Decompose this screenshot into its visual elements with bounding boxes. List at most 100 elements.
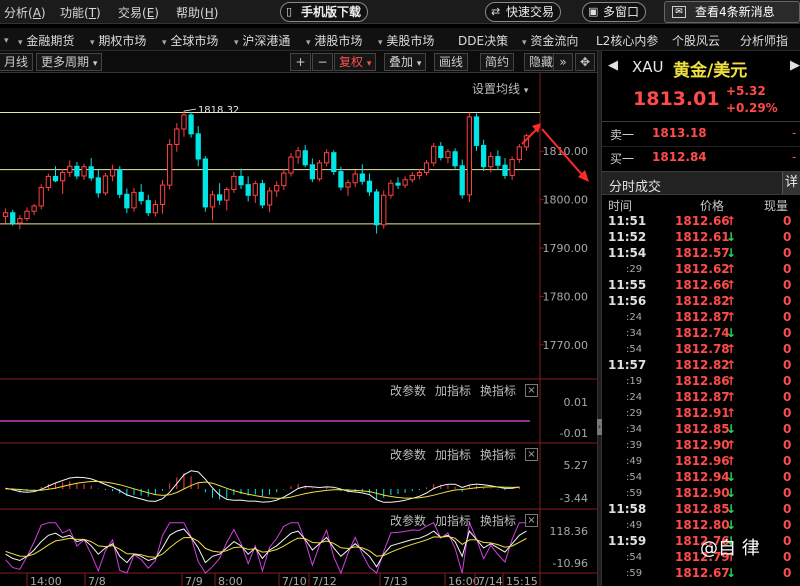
candle-body <box>409 174 415 181</box>
market-nav-bar: ▾ ▾ 金融期货 ▾ 期权市场 ▾ 全球市场 ▾ 沪深港通 ▾ 港股市场 ▾ 美… <box>0 28 800 51</box>
simple-button[interactable]: 简约 <box>480 53 515 71</box>
adjust-button[interactable]: 复权 ▾ <box>334 53 377 71</box>
x-tick-label: 15:15 <box>506 575 538 586</box>
trade-row: :29 1812.91 ↑ 0 <box>602 406 800 422</box>
trade-price: 1812.78 <box>675 342 730 356</box>
add-indicator-link[interactable]: 加指标 <box>435 382 471 399</box>
candle-body <box>516 146 522 160</box>
switch-indicator-link[interactable]: 换指标 <box>480 446 516 463</box>
zoom-in-button[interactable]: + <box>290 53 311 71</box>
candle-body <box>2 212 9 218</box>
trade-time: :34 <box>626 328 643 339</box>
candle-body <box>38 187 44 207</box>
nav-item-us-stocks[interactable]: ▾ 美股市场 <box>378 32 434 49</box>
indicator-axis-label: 118.36 <box>550 525 589 538</box>
candle-body <box>131 191 137 209</box>
col-price: 价格 <box>700 199 725 213</box>
nav-item-l2[interactable]: L2核心内参 <box>596 32 658 49</box>
kline-chart[interactable]: 1810.00 1800.00 1790.00 1780.00 1770.00 1818.… <box>0 73 597 586</box>
candle-body <box>60 172 66 182</box>
fullscreen-icon[interactable]: ✥ <box>575 53 595 71</box>
multi-window-button[interactable]: ▣ 多窗口 <box>582 2 647 22</box>
trades-columns: 时间 价格 现量 <box>602 197 800 213</box>
detail-button[interactable]: 详 <box>782 172 800 194</box>
chart-canvas[interactable]: 1810.001800.001790.001780.001770.001818.… <box>0 73 597 586</box>
draw-line-button[interactable]: 画线 <box>434 53 469 71</box>
quick-trade-button[interactable]: ⇄ 快速交易 <box>485 2 562 22</box>
nav-item-capital-flow[interactable]: ▾ 资金流向 <box>522 32 578 49</box>
arrow-up-icon: ↑ <box>726 214 737 228</box>
candle-body <box>345 182 351 188</box>
arrow-down-icon: ↓ <box>726 566 737 580</box>
candle-body <box>88 166 94 179</box>
trade-time: 11:58 <box>608 502 647 516</box>
trade-price: 1812.85 <box>675 422 730 436</box>
menu-help[interactable]: 帮助(H) <box>176 4 218 21</box>
trade-time: :49 <box>626 520 643 531</box>
nav-item-hk-stocks[interactable]: ▾ 港股市场 <box>306 32 362 49</box>
candle-body <box>309 164 316 180</box>
trade-volume: 0 <box>783 406 792 420</box>
arrow-up-icon: ↑ <box>726 342 737 356</box>
trade-volume: 0 <box>783 454 792 468</box>
candle-body <box>117 169 123 195</box>
switch-indicator-link[interactable]: 换指标 <box>480 382 516 399</box>
overlay-button[interactable]: 叠加 ▾ <box>384 53 427 71</box>
indicator-axis-label: -3.44 <box>560 492 588 505</box>
close-indicator-icon[interactable]: × <box>525 448 538 461</box>
zoom-out-button[interactable]: − <box>312 53 333 71</box>
candle-body <box>445 151 451 159</box>
candle-body <box>102 175 109 194</box>
more-periods-button[interactable]: 更多周期 ▾ <box>36 53 103 71</box>
candle-body <box>195 133 201 160</box>
nav-item-options[interactable]: ▾ 期权市场 <box>90 32 146 49</box>
trade-time: :24 <box>626 312 643 323</box>
arrow-down-icon: ↓ <box>726 422 737 436</box>
add-indicator-link[interactable]: 加指标 <box>435 446 471 463</box>
candle-body <box>52 175 59 182</box>
arrow-down-icon: ↓ <box>726 470 737 484</box>
trade-row: 11:55 1812.66 ↑ 0 <box>602 278 800 294</box>
trade-price: 1812.85 <box>675 502 730 516</box>
message-icon: ✉ <box>672 6 686 18</box>
candle-body <box>295 150 301 158</box>
price-change: +5.32 <box>726 84 766 98</box>
symbol-code: XAU <box>632 58 664 76</box>
last-price: 1813.01 <box>633 88 720 110</box>
close-indicator-icon[interactable]: × <box>525 514 538 527</box>
menu-function[interactable]: 功能(T) <box>60 4 101 21</box>
mobile-download-button[interactable]: ▯ 手机版下载 <box>280 2 369 22</box>
trade-price: 1812.80 <box>675 518 730 532</box>
menu-trade[interactable]: 交易(E) <box>118 4 159 21</box>
phone-icon: ▯ <box>286 5 293 18</box>
nav-item-dde[interactable]: DDE决策 <box>458 32 508 49</box>
candle-body <box>466 116 472 196</box>
switch-indicator-link[interactable]: 换指标 <box>480 512 516 529</box>
candle-body <box>259 183 266 206</box>
nav-item-stock-news[interactable]: 个股风云 <box>672 32 720 49</box>
watermark: @自 律 <box>700 538 760 559</box>
change-params-link[interactable]: 改参数 <box>390 382 426 399</box>
nav-item-financial-futures[interactable]: ▾ 金融期货 <box>18 32 74 49</box>
nav-item-global[interactable]: ▾ 全球市场 <box>162 32 218 49</box>
new-messages-button[interactable]: ✉ 查看4条新消息 <box>664 1 800 23</box>
period-button[interactable]: 月线 <box>0 53 34 71</box>
change-params-link[interactable]: 改参数 <box>390 446 426 463</box>
candle-body <box>509 158 515 176</box>
nav-item-connect[interactable]: ▾ 沪深港通 <box>234 32 290 49</box>
trades-list[interactable]: 11:51 1812.66 ↑ 0 11:52 1812.61 ↓ 0 11:54 1812.57… <box>602 214 800 586</box>
trade-row: :29 1812.62 ↑ 0 <box>602 262 800 278</box>
trade-volume: 0 <box>783 310 792 324</box>
nav-forward-icon[interactable]: ▶ <box>790 58 800 73</box>
ma-setting-link[interactable]: 设置均线 ▾ <box>472 80 528 97</box>
trade-price: 1812.74 <box>675 326 730 340</box>
expand-icon[interactable]: » <box>553 53 573 71</box>
menu-analysis[interactable]: 分析(A) <box>4 4 46 21</box>
bid-volume: - <box>792 150 797 164</box>
trade-time: 11:59 <box>608 534 647 548</box>
add-indicator-link[interactable]: 加指标 <box>435 512 471 529</box>
nav-back-icon[interactable]: ◀ <box>608 58 618 73</box>
change-params-link[interactable]: 改参数 <box>390 512 426 529</box>
close-indicator-icon[interactable]: × <box>525 384 538 397</box>
nav-item-analyst[interactable]: 分析师指 <box>740 32 788 49</box>
